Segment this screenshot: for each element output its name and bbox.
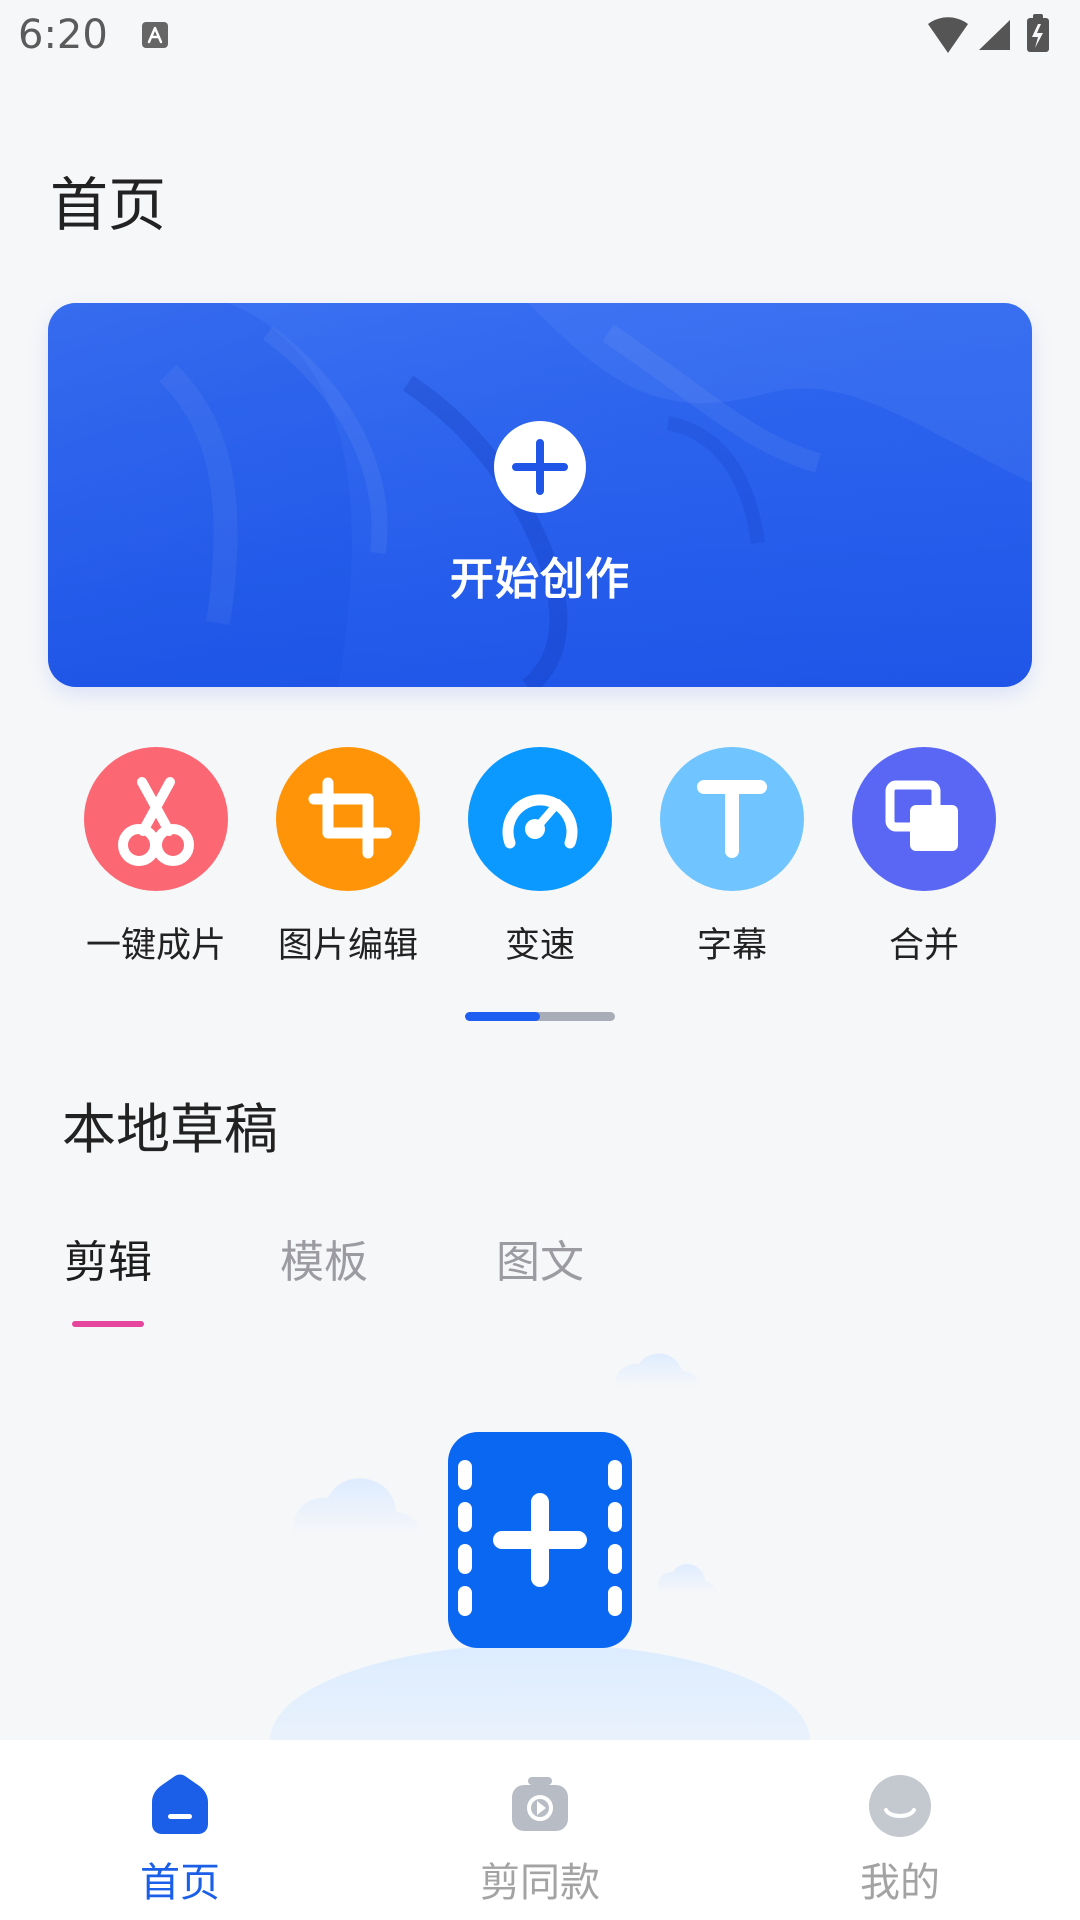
crop-icon[interactable] — [276, 747, 420, 891]
nav-profile-label: 我的 — [860, 1860, 940, 1906]
tool-label-merge: 合并 — [888, 926, 959, 966]
tool-label-photo-edit: 图片编辑 — [277, 926, 418, 966]
cloud-icon — [293, 1478, 421, 1535]
page-title: 首页 — [50, 171, 167, 239]
nav-template-video[interactable]: 剪同款 — [420, 1740, 660, 1920]
speedometer-icon[interactable] — [468, 747, 612, 891]
quick-tools: 一键成片 图片编辑 变速 字幕 合并 — [0, 747, 1080, 1007]
tab-template[interactable]: 模板 — [280, 1226, 368, 1290]
tool-label-subtitle: 字幕 — [696, 926, 767, 966]
tool-one-click-video[interactable]: 一键成片 — [71, 747, 241, 967]
plus-icon[interactable] — [494, 421, 586, 513]
tool-speed[interactable]: 变速 — [455, 747, 625, 967]
start-create-banner[interactable]: 开始创作 — [48, 303, 1032, 687]
nav-home[interactable]: 首页 — [60, 1740, 300, 1920]
status-right-icons — [922, 14, 1062, 58]
tab-edit[interactable]: 剪辑 — [64, 1226, 152, 1290]
tools-pager-active — [465, 1012, 540, 1021]
status-time: 6:20 — [18, 12, 108, 58]
tool-subtitle[interactable]: 字幕 — [647, 747, 817, 967]
tab-indicator — [72, 1321, 144, 1327]
profile-icon[interactable] — [862, 1768, 938, 1844]
tool-photo-edit[interactable]: 图片编辑 — [263, 747, 433, 967]
tools-pager — [465, 1012, 615, 1021]
wifi-icon — [928, 17, 968, 53]
draft-tabs: 剪辑 模板 图文 — [0, 1226, 1080, 1316]
nav-template-video-label: 剪同款 — [480, 1860, 600, 1906]
tab-image-text[interactable]: 图文 — [496, 1226, 584, 1290]
bottom-navigation: 首页 剪同款 我的 — [0, 1740, 1080, 1920]
battery-icon — [1027, 14, 1049, 52]
add-video-icon — [448, 1432, 632, 1648]
tool-label-one-click-video: 一键成片 — [85, 926, 226, 966]
scissors-icon[interactable] — [84, 747, 228, 891]
merge-icon[interactable] — [852, 747, 996, 891]
cloud-icon — [658, 1563, 717, 1594]
empty-drafts-illustration — [250, 1340, 830, 1836]
start-create-label: 开始创作 — [450, 554, 630, 605]
cloud-icon — [616, 1353, 699, 1387]
home-icon[interactable] — [142, 1768, 218, 1844]
text-icon[interactable] — [660, 747, 804, 891]
tool-label-speed: 变速 — [504, 926, 575, 966]
template-video-icon[interactable] — [502, 1768, 578, 1844]
signal-icon — [979, 20, 1010, 50]
tool-merge[interactable]: 合并 — [839, 747, 1009, 967]
nav-home-label: 首页 — [140, 1860, 220, 1906]
a-icon — [140, 20, 170, 50]
local-drafts-title: 本地草稿 — [62, 1098, 278, 1161]
nav-profile[interactable]: 我的 — [780, 1740, 1020, 1920]
status-bar: 6:20 — [0, 0, 1080, 72]
